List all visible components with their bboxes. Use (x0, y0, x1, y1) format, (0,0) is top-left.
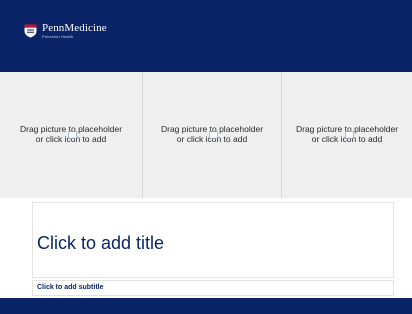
penn-medicine-logo: PennMedicine Princeton Health (24, 23, 107, 40)
picture-placeholder-3[interactable]: Drag picture to placeholder or click ico… (282, 72, 412, 198)
penn-shield-icon (24, 24, 37, 38)
subtitle-placeholder-text: Click to add subtitle (37, 284, 104, 291)
insert-picture-icon[interactable] (209, 131, 218, 139)
slide-header-band: PennMedicine Princeton Health (0, 0, 412, 72)
insert-picture-icon[interactable] (345, 131, 354, 139)
insert-picture-icon[interactable] (68, 131, 77, 139)
title-placeholder-text: Click to add title (37, 233, 165, 253)
picture-placeholder-row: Drag picture to placeholder or click ico… (0, 72, 412, 198)
brand-subtitle: Princeton Health (42, 35, 74, 39)
brand-name: PennMedicine (42, 22, 107, 34)
picture-placeholder-2[interactable]: Drag picture to placeholder or click ico… (143, 72, 282, 198)
subtitle-placeholder[interactable]: Click to add subtitle (32, 280, 394, 296)
slide-footer-band (0, 298, 412, 314)
picture-placeholder-1[interactable]: Drag picture to placeholder or click ico… (0, 72, 143, 198)
title-placeholder[interactable]: Click to add title (32, 202, 394, 278)
title-area: Click to add title Click to add subtitle (0, 198, 412, 298)
